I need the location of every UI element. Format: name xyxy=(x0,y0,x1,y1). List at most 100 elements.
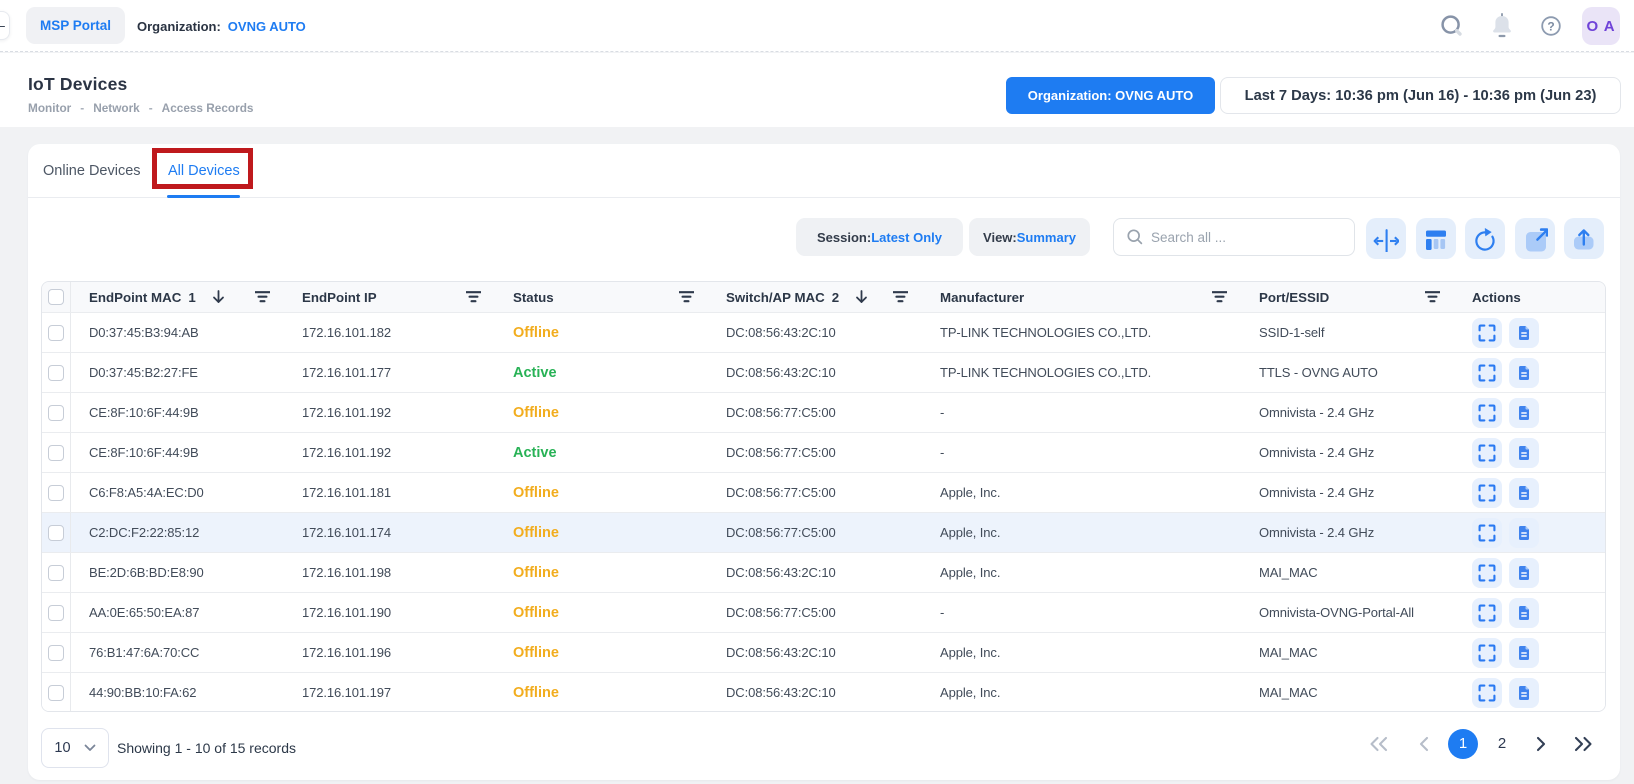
row-expand-button[interactable] xyxy=(1472,478,1502,508)
cell-text: 76:B1:47:6A:70:CC xyxy=(89,645,199,660)
pagination-page-2[interactable]: 2 xyxy=(1494,728,1510,759)
row-details-button[interactable] xyxy=(1509,518,1539,548)
bell-icon[interactable] xyxy=(1491,13,1513,39)
table-row[interactable]: D0:37:45:B2:27:FE172.16.101.177ActiveDC:… xyxy=(42,352,1605,392)
table-row[interactable]: 44:90:BB:10:FA:62172.16.101.197OfflineDC… xyxy=(42,672,1605,712)
row-expand-button[interactable] xyxy=(1472,518,1502,548)
table-row[interactable]: 76:B1:47:6A:70:CC172.16.101.196OfflineDC… xyxy=(42,632,1605,672)
table-row[interactable]: AA:0E:65:50:EA:87172.16.101.190OfflineDC… xyxy=(42,592,1605,632)
row-details-button[interactable] xyxy=(1509,478,1539,508)
row-expand-button[interactable] xyxy=(1472,678,1502,708)
filter-icon[interactable] xyxy=(1212,291,1227,303)
row-checkbox[interactable] xyxy=(48,565,64,581)
refresh-button[interactable] xyxy=(1465,218,1505,259)
row-checkbox[interactable] xyxy=(48,685,64,701)
row-expand-button[interactable] xyxy=(1472,558,1502,588)
search-icon[interactable] xyxy=(1441,15,1463,37)
help-icon[interactable]: ? xyxy=(1541,16,1561,36)
table-row[interactable]: D0:37:45:B3:94:AB172.16.101.182OfflineDC… xyxy=(42,312,1605,352)
column-header-endpoint-ip[interactable]: EndPoint IP xyxy=(284,282,495,312)
row-expand-button[interactable] xyxy=(1472,438,1502,468)
cell-text: D0:37:45:B2:27:FE xyxy=(89,365,198,380)
cell-text: DC:08:56:77:C5:00 xyxy=(726,405,836,420)
pagination-prev-button[interactable] xyxy=(1417,728,1431,759)
table-row[interactable]: C6:F8:A5:4A:EC:D0172.16.101.181OfflineDC… xyxy=(42,472,1605,512)
row-expand-button[interactable] xyxy=(1472,638,1502,668)
row-details-button[interactable] xyxy=(1509,678,1539,708)
table-row[interactable]: CE:8F:10:6F:44:9B172.16.101.192OfflineDC… xyxy=(42,392,1605,432)
cell-text: TP-LINK TECHNOLOGIES CO.,LTD. xyxy=(940,325,1151,340)
row-checkbox[interactable] xyxy=(48,485,64,501)
cell-status: Offline xyxy=(495,593,708,632)
session-filter-pill[interactable]: Session:Latest Only xyxy=(796,218,963,256)
search-input[interactable] xyxy=(1151,230,1331,245)
filter-icon[interactable] xyxy=(893,291,908,303)
row-details-button[interactable] xyxy=(1509,358,1539,388)
fit-columns-button[interactable] xyxy=(1366,218,1406,259)
filter-icon[interactable] xyxy=(255,291,270,303)
view-filter-pill[interactable]: View:Summary xyxy=(969,218,1090,256)
column-header-manufacturer[interactable]: Manufacturer xyxy=(922,282,1241,312)
columns-button[interactable] xyxy=(1416,218,1456,259)
breadcrumb-item[interactable]: Network xyxy=(93,101,140,115)
user-avatar[interactable]: O A xyxy=(1582,7,1620,45)
row-details-button[interactable] xyxy=(1509,318,1539,348)
cell-actions xyxy=(1454,473,1605,512)
row-details-button[interactable] xyxy=(1509,638,1539,668)
column-header-port-essid[interactable]: Port/ESSID xyxy=(1241,282,1454,312)
cell-text: 172.16.101.192 xyxy=(302,445,391,460)
active-tab-indicator xyxy=(167,195,240,198)
table-row[interactable]: CE:8F:10:6F:44:9B172.16.101.192ActiveDC:… xyxy=(42,432,1605,472)
cell-port-essid: Omnivista - 2.4 GHz xyxy=(1241,433,1454,472)
table-row[interactable]: C2:DC:F2:22:85:12172.16.101.174OfflineDC… xyxy=(42,512,1605,552)
row-details-button[interactable] xyxy=(1509,398,1539,428)
cell-manufacturer: - xyxy=(922,433,1241,472)
table-row[interactable]: BE:2D:6B:BD:E8:90172.16.101.198OfflineDC… xyxy=(42,552,1605,592)
upload-button[interactable] xyxy=(1564,218,1604,259)
organization-filter-button[interactable]: Organization: OVNG AUTO xyxy=(1006,77,1215,114)
column-header-endpoint-mac[interactable]: EndPoint MAC1 xyxy=(71,282,284,312)
column-header-actions[interactable]: Actions xyxy=(1454,282,1605,312)
date-range-button[interactable]: Last 7 Days: 10:36 pm (Jun 16) - 10:36 p… xyxy=(1220,77,1621,114)
organization-label: Organization: xyxy=(137,19,221,34)
organization-value-link[interactable]: OVNG AUTO xyxy=(228,19,306,34)
page-size-select[interactable]: 10 xyxy=(41,728,109,768)
filter-icon[interactable] xyxy=(679,291,694,303)
row-expand-button[interactable] xyxy=(1472,318,1502,348)
select-all-checkbox[interactable] xyxy=(48,289,64,305)
cell-actions xyxy=(1454,313,1605,352)
sidebar-collapse-button[interactable] xyxy=(0,11,10,40)
filter-icon[interactable] xyxy=(1425,291,1440,303)
sort-descending-icon[interactable] xyxy=(212,290,225,304)
row-checkbox[interactable] xyxy=(48,605,64,621)
tab-online-devices[interactable]: Online Devices xyxy=(43,144,141,197)
open-in-new-button[interactable] xyxy=(1515,218,1555,259)
row-details-button[interactable] xyxy=(1509,438,1539,468)
cell-text: C2:DC:F2:22:85:12 xyxy=(89,525,199,540)
pagination-page-1[interactable]: 1 xyxy=(1448,729,1478,759)
column-header-switch-ap-mac[interactable]: Switch/AP MAC2 xyxy=(708,282,922,312)
row-checkbox[interactable] xyxy=(48,525,64,541)
row-checkbox[interactable] xyxy=(48,365,64,381)
msp-portal-button[interactable]: MSP Portal xyxy=(26,7,125,44)
top-navigation-bar: MSP Portal Organization: OVNG AUTO ? O A xyxy=(0,0,1634,52)
cell-status: Offline xyxy=(495,673,708,712)
pagination-next-button[interactable] xyxy=(1534,728,1548,759)
pagination-last-button[interactable] xyxy=(1570,728,1596,759)
row-checkbox[interactable] xyxy=(48,445,64,461)
pagination-first-button[interactable] xyxy=(1366,728,1392,759)
row-details-button[interactable] xyxy=(1509,598,1539,628)
breadcrumb-item[interactable]: Access Records xyxy=(162,101,254,115)
row-checkbox[interactable] xyxy=(48,325,64,341)
row-expand-button[interactable] xyxy=(1472,398,1502,428)
row-details-button[interactable] xyxy=(1509,558,1539,588)
row-expand-button[interactable] xyxy=(1472,598,1502,628)
row-checkbox[interactable] xyxy=(48,405,64,421)
row-checkbox[interactable] xyxy=(48,645,64,661)
sort-descending-icon[interactable] xyxy=(855,290,868,304)
row-expand-button[interactable] xyxy=(1472,358,1502,388)
breadcrumb-item[interactable]: Monitor xyxy=(28,101,71,115)
filter-icon[interactable] xyxy=(466,291,481,303)
cell-endpoint-ip: 172.16.101.190 xyxy=(284,593,495,632)
column-header-status[interactable]: Status xyxy=(495,282,708,312)
